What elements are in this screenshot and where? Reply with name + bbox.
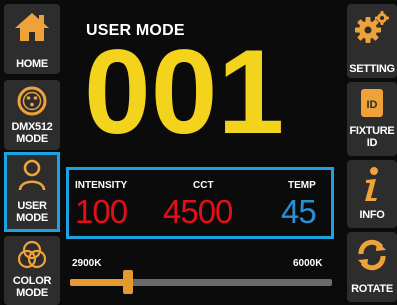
home-icon bbox=[15, 13, 49, 41]
gear-icon bbox=[355, 11, 389, 43]
cct-slider-handle[interactable] bbox=[123, 270, 133, 294]
user-icon bbox=[18, 159, 46, 191]
user-mode-label-line2: MODE bbox=[16, 212, 48, 224]
svg-text:ID: ID bbox=[367, 99, 378, 111]
rotate-button[interactable]: ROTATE bbox=[347, 232, 397, 302]
color-mode-label-line2: MODE bbox=[16, 287, 48, 299]
info-button[interactable]: INFO bbox=[347, 160, 397, 228]
fixture-id-button[interactable]: ID FIXTURE ID bbox=[347, 82, 397, 156]
cct-min-label: 2900K bbox=[72, 258, 102, 269]
home-label: HOME bbox=[16, 58, 48, 70]
fixture-id-label-line2: ID bbox=[366, 137, 378, 149]
dmx512-label-line2: MODE bbox=[16, 133, 48, 145]
setting-button[interactable]: SETTING bbox=[347, 4, 397, 78]
intensity-value[interactable]: 100 bbox=[75, 194, 128, 230]
cct-slider-fill bbox=[70, 279, 128, 286]
rotate-icon bbox=[358, 239, 386, 271]
temp-label: TEMP bbox=[288, 180, 316, 191]
fixture-id-label-line1: FIXTURE bbox=[349, 125, 395, 137]
left-nav: HOME DMX512 MODE USER MODE COLOR MODE bbox=[0, 0, 62, 305]
intensity-label: INTENSITY bbox=[75, 180, 128, 191]
temp-value[interactable]: 45 bbox=[281, 194, 317, 230]
info-label: INFO bbox=[359, 209, 385, 221]
dmx512-mode-button[interactable]: DMX512 MODE bbox=[4, 80, 60, 150]
cct-value[interactable]: 4500 bbox=[163, 194, 233, 230]
home-button[interactable]: HOME bbox=[4, 4, 60, 74]
rotate-label: ROTATE bbox=[351, 283, 393, 295]
xlr-connector-icon bbox=[17, 86, 47, 116]
cct-slider-track[interactable] bbox=[70, 279, 332, 286]
color-mode-button[interactable]: COLOR MODE bbox=[4, 236, 60, 305]
cct-label: CCT bbox=[193, 180, 214, 191]
info-icon bbox=[365, 167, 378, 201]
parameter-panel: INTENSITY CCT TEMP 100 4500 45 bbox=[66, 167, 334, 239]
user-mode-number: 001 bbox=[84, 25, 285, 159]
right-nav: SETTING ID FIXTURE ID INFO ROTATE bbox=[345, 0, 397, 305]
user-mode-label-line1: USER bbox=[17, 200, 47, 212]
color-circles-icon bbox=[17, 240, 47, 269]
user-mode-button[interactable]: USER MODE bbox=[4, 152, 60, 232]
dmx512-label-line1: DMX512 bbox=[11, 121, 53, 133]
color-mode-label-line1: COLOR bbox=[12, 275, 52, 287]
id-card-icon: ID bbox=[361, 89, 383, 117]
device-screen: HOME DMX512 MODE USER MODE COLOR MODE US… bbox=[0, 0, 397, 305]
cct-max-label: 6000K bbox=[293, 258, 323, 269]
setting-label: SETTING bbox=[349, 63, 395, 75]
